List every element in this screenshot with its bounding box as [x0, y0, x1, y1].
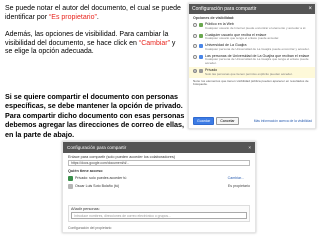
dialog-title: Configuración para compartir — [67, 145, 127, 150]
radio-button[interactable] — [193, 44, 197, 49]
visibility-option-private[interactable]: Privado Solo las personas que tienen per… — [189, 67, 315, 78]
radio-button[interactable] — [193, 54, 197, 59]
building-link-icon — [199, 54, 203, 59]
visibility-option-public[interactable]: Público en la Web Cualquier usuario de I… — [189, 21, 315, 32]
change-link[interactable]: Cambiar... — [228, 176, 244, 180]
paragraph-private: Si se quiere compartir el documento con … — [5, 92, 187, 139]
learn-more-link[interactable]: Más información acerca de la visibilidad — [254, 119, 312, 123]
add-people-input[interactable]: Introduce nombres, direcciones de correo… — [71, 212, 247, 219]
access-name: Privado: solo puedes acceder tú — [75, 176, 127, 180]
visibility-option-organization-link[interactable]: Las personas de Universidad de La Guajir… — [189, 53, 315, 67]
dialog-title: Configuración para compartir — [192, 6, 257, 12]
access-row-owner: Oscar Luis Soto Bolaño (tú) Es propietar… — [63, 182, 255, 190]
sharing-dialog: Configuración para compartir × Enlace pa… — [62, 141, 256, 233]
lock-icon — [68, 175, 73, 181]
visibility-option-organization[interactable]: Universidad de La Guajira Cualquier pers… — [189, 42, 315, 53]
visibility-subtitle: Opciones de visibilidad: — [193, 16, 235, 20]
owner-role: Es propietario — [227, 184, 250, 188]
paragraph-visibility: Además, las opciones de visibilidad. Par… — [5, 31, 183, 57]
visibility-option-anyone-with-link[interactable]: Cualquier usuario que reciba el enlace C… — [189, 32, 315, 43]
paragraph-owner-end: . — [96, 13, 99, 21]
link-icon — [199, 33, 203, 38]
lock-icon — [199, 69, 203, 74]
close-icon[interactable]: × — [248, 142, 251, 153]
option-description: Cualquier persona de Universidad de La G… — [205, 46, 310, 51]
globe-icon — [199, 23, 203, 28]
dialog-buttons: Guardar Cancelar Más información acerca … — [193, 116, 312, 125]
person-icon — [68, 183, 73, 189]
close-icon[interactable]: × — [308, 4, 312, 14]
change-highlight: “Cambiar” — [138, 39, 170, 47]
radio-button[interactable] — [193, 23, 197, 28]
owner-highlight: “Es propietario” — [48, 13, 97, 21]
access-section-title: Quién tiene acceso — [68, 169, 103, 173]
visibility-settings-dialog: Configuración para compartir × Opciones … — [188, 3, 316, 129]
option-description: Cualquier usuario que tenga el enlace pu… — [205, 36, 280, 41]
dialog-title-bar: Configuración para compartir × — [189, 4, 315, 14]
visibility-note: Nota: los elementos que tienen visibilid… — [193, 78, 309, 87]
paragraph-private-text: Si se quiere compartir el documento con … — [5, 92, 185, 139]
option-description: Cualquier persona de Universidad de La G… — [205, 57, 309, 66]
save-button[interactable]: Guardar — [193, 116, 215, 125]
access-row-visibility: Privado: solo puedes acceder tú Cambiar.… — [63, 174, 255, 182]
owner-settings-link[interactable]: Configuración del propietario — [68, 226, 111, 230]
building-icon — [199, 44, 203, 49]
option-description: Solo las personas que tienen permiso exp… — [205, 71, 293, 76]
paragraph-owner: Se puede notar el autor del documento, e… — [5, 5, 183, 22]
radio-button-selected[interactable] — [193, 69, 197, 74]
add-people-label: Añadir personas: — [71, 207, 100, 211]
radio-button[interactable] — [193, 33, 197, 38]
cancel-button[interactable]: Cancelar — [216, 116, 239, 125]
add-people-box: Añadir personas: Introduce nombres, dire… — [68, 205, 250, 222]
share-link-label: Enlace para compartir (solo pueden acced… — [68, 155, 176, 159]
option-description: Cualquier usuario de Internet puede enco… — [205, 25, 307, 30]
access-name: Oscar Luis Soto Bolaño (tú) — [75, 184, 120, 188]
dialog-title-bar: Configuración para compartir × — [63, 142, 255, 153]
